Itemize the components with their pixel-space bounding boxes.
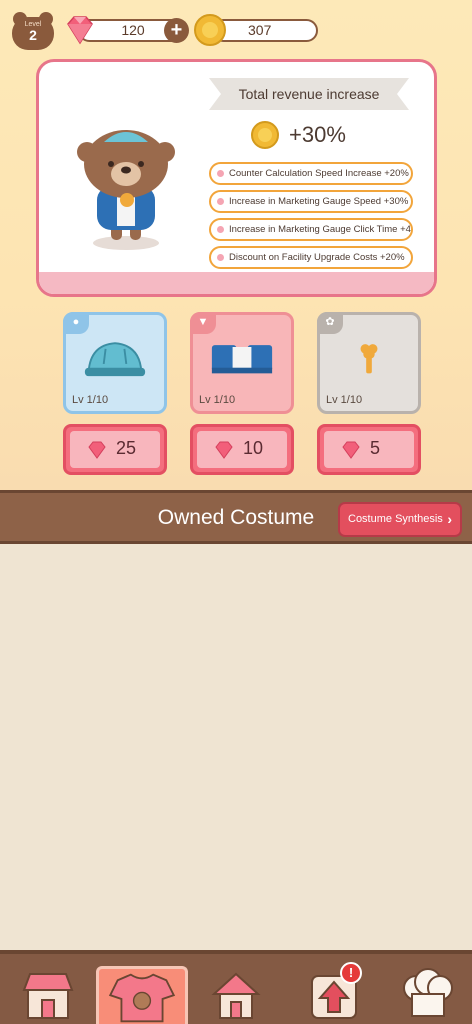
hat-slot[interactable]: ● Lv 1/10 xyxy=(63,312,167,414)
gem-icon xyxy=(88,441,106,459)
card-footer-strip xyxy=(39,272,434,294)
level-badge-face: Level 2 xyxy=(12,17,54,50)
upgrade-alert-badge: ! xyxy=(340,962,362,984)
coin-counter: 307 xyxy=(212,19,318,42)
bonus-item: Discount on Facility Upgrade Costs +20% xyxy=(209,246,413,269)
bottom-nav xyxy=(0,950,472,1024)
chef-hat-icon xyxy=(403,968,453,1017)
gem-icon xyxy=(342,441,360,459)
add-gems-button[interactable]: + xyxy=(164,18,189,43)
bonus-list: Counter Calculation Speed Increase +20% … xyxy=(209,162,413,274)
top-upgrade-button[interactable]: 10 xyxy=(190,424,294,475)
accessory-slot[interactable]: ✿ Lv 1/10 xyxy=(317,312,421,414)
gem-icon xyxy=(67,16,93,45)
button-face xyxy=(324,431,414,468)
shop-icon xyxy=(22,973,74,1019)
revenue-bonus-value: +30% xyxy=(289,122,346,147)
owned-costume-header: Owned Costume Costume Synthesis › xyxy=(0,490,472,544)
bonus-text: Increase in Marketing Gauge Speed +30% xyxy=(229,196,409,207)
nav-costume[interactable] xyxy=(96,966,188,1024)
hat-upgrade-price: 25 xyxy=(116,438,137,458)
revenue-coin-icon xyxy=(251,121,279,149)
bullet-dot xyxy=(217,226,224,233)
accessory-upgrade-price: 5 xyxy=(370,438,381,458)
hat-level: Lv 1/10 xyxy=(72,394,109,406)
costume-synthesis-label: Costume Synthesis xyxy=(348,513,443,525)
bonus-item: Increase in Marketing Gauge Click Time +… xyxy=(209,218,413,241)
top-upgrade-price: 10 xyxy=(243,438,264,458)
gem-count: 120 xyxy=(121,22,145,38)
button-face xyxy=(70,431,160,468)
bullet-dot xyxy=(217,254,224,261)
bear-character-portrait xyxy=(77,130,175,250)
bullet-dot xyxy=(217,198,224,205)
bonus-text: Counter Calculation Speed Increase +20% xyxy=(229,168,409,179)
home-icon xyxy=(211,972,261,1019)
level-badge[interactable]: Level 2 xyxy=(12,12,54,50)
bonus-item: Increase in Marketing Gauge Speed +30% xyxy=(209,190,413,213)
bullet-dot xyxy=(217,170,224,177)
chevron-right-icon: › xyxy=(447,511,452,527)
button-face xyxy=(197,431,287,468)
top-slot[interactable]: ▼ Lv 1/10 xyxy=(190,312,294,414)
bonus-text: Discount on Facility Upgrade Costs +20% xyxy=(229,252,405,263)
nav-kitchen[interactable] xyxy=(398,964,458,1024)
gem-icon xyxy=(215,441,233,459)
costume-icon xyxy=(108,973,176,1023)
level-number: 2 xyxy=(29,27,37,43)
owned-costume-list xyxy=(0,545,472,950)
nav-home[interactable] xyxy=(206,964,266,1024)
coin-icon xyxy=(194,14,226,46)
top-level: Lv 1/10 xyxy=(199,394,236,406)
accessory-upgrade-button[interactable]: 5 xyxy=(317,424,421,475)
bonus-item: Counter Calculation Speed Increase +20% xyxy=(209,162,413,185)
nav-shop[interactable] xyxy=(18,964,78,1024)
costume-info-card: Total revenue increase +30% Counter Calc… xyxy=(36,59,437,297)
hat-upgrade-button[interactable]: 25 xyxy=(63,424,167,475)
accessory-level: Lv 1/10 xyxy=(326,394,363,406)
bonus-text: Increase in Marketing Gauge Click Time +… xyxy=(229,224,413,235)
total-revenue-banner: Total revenue increase xyxy=(209,78,409,110)
coin-count: 307 xyxy=(248,22,272,38)
costume-synthesis-button[interactable]: Costume Synthesis › xyxy=(338,502,462,537)
